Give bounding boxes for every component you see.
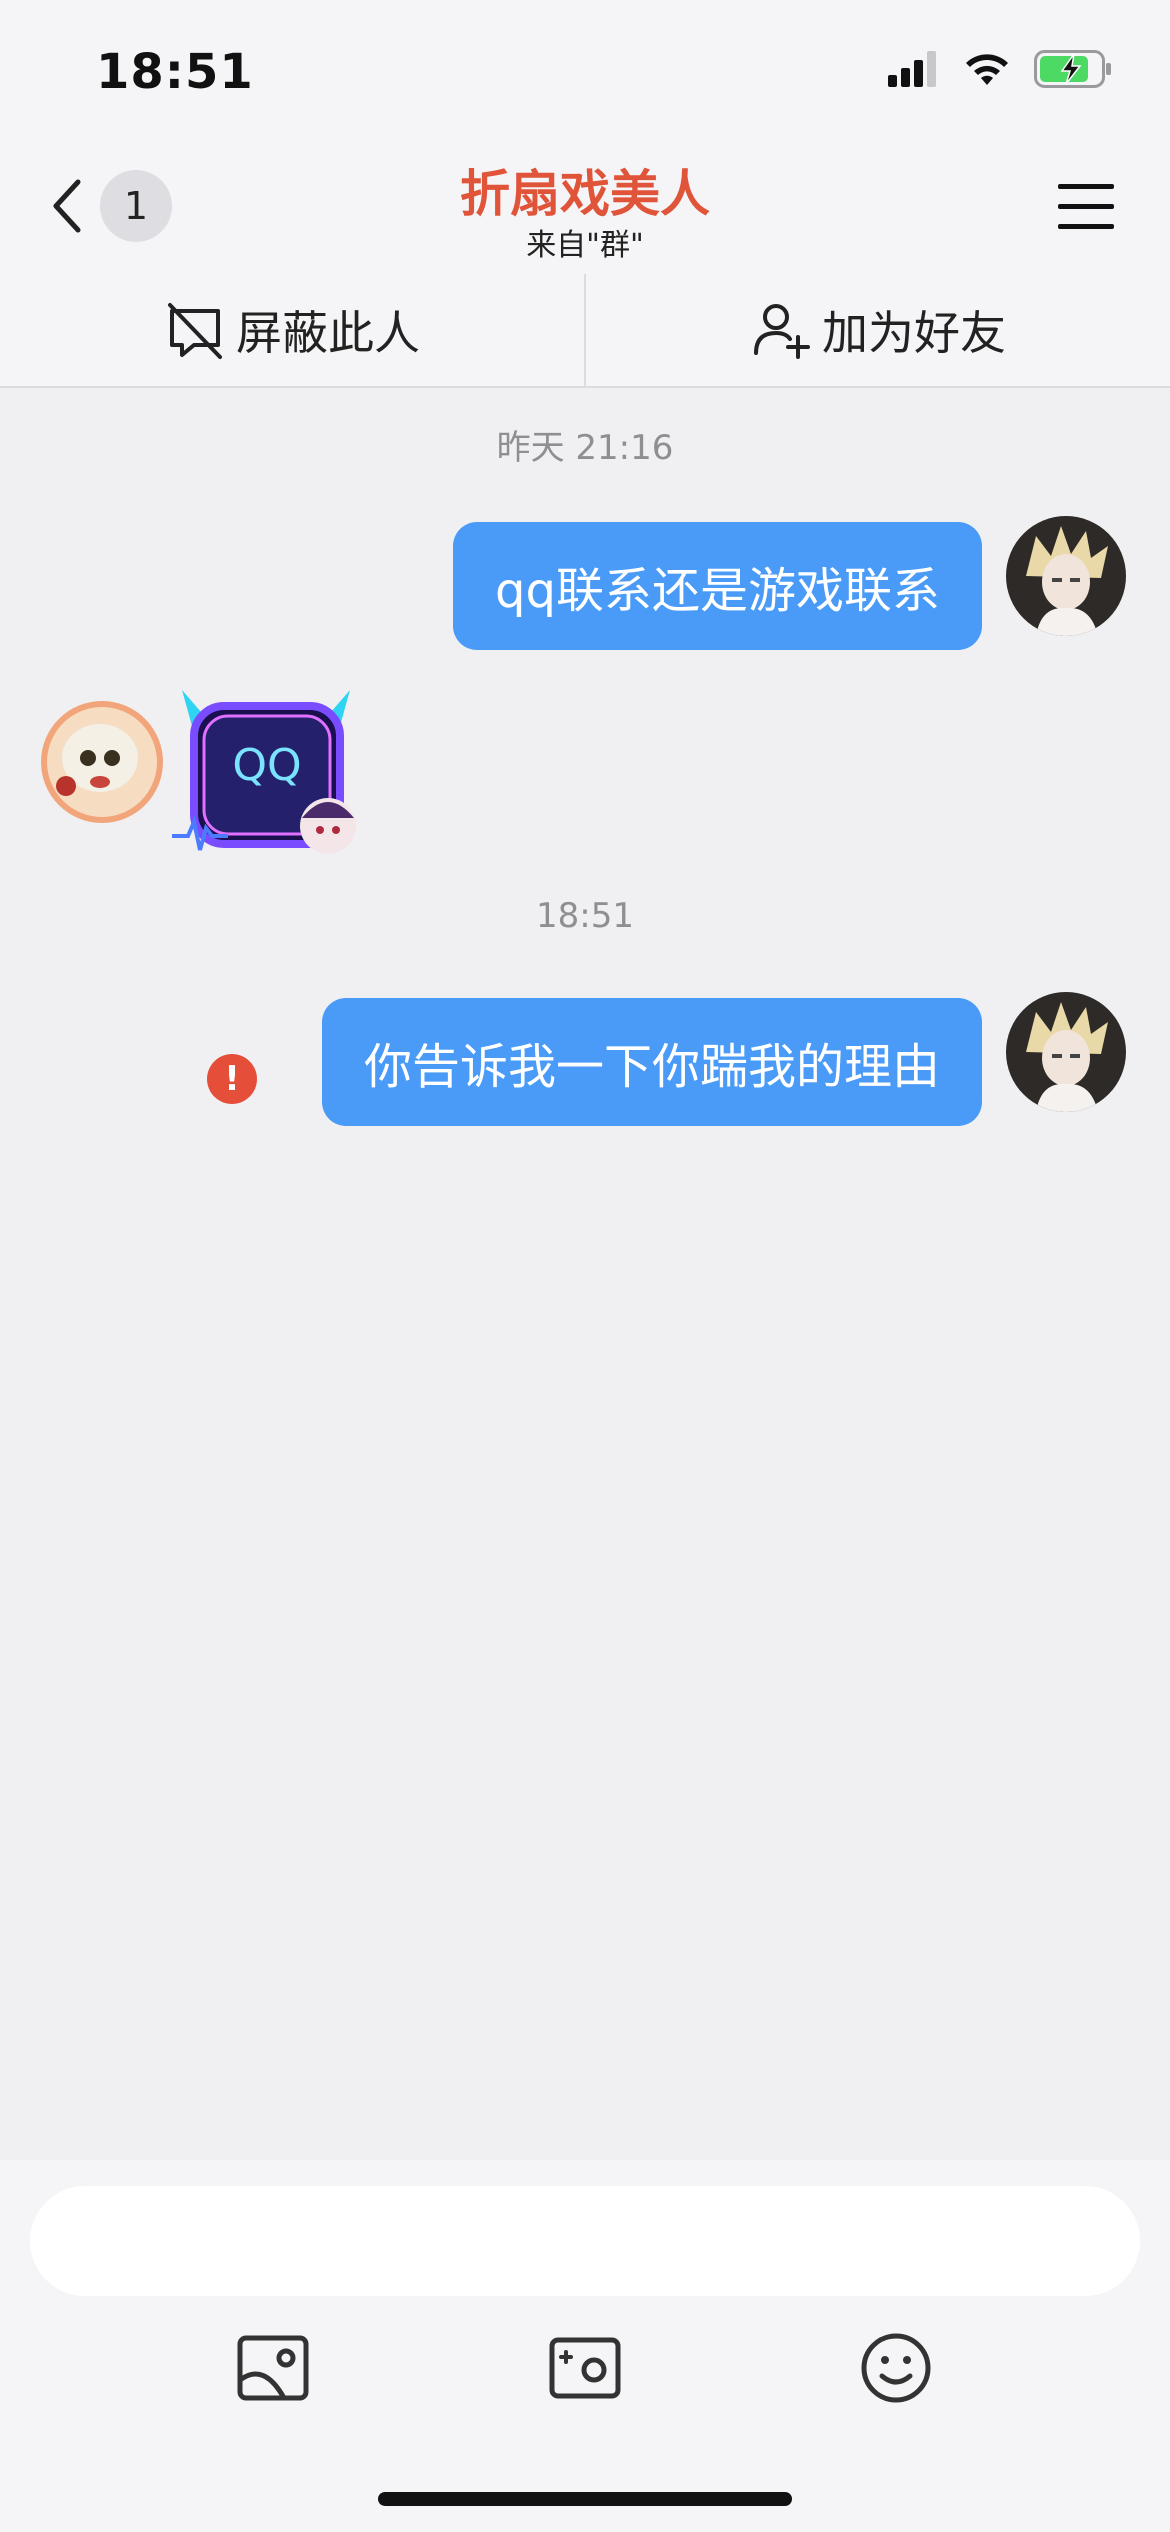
my-avatar[interactable] — [1006, 516, 1126, 636]
block-icon — [168, 303, 222, 359]
input-panel — [0, 2160, 1170, 2532]
camera-icon — [549, 2337, 621, 2399]
chat-subtitle: 来自"群" — [526, 228, 644, 263]
qq-sticker[interactable]: QQ — [168, 686, 364, 866]
avatar-image — [41, 701, 163, 823]
home-indicator[interactable] — [378, 2492, 792, 2506]
action-bar: 屏蔽此人 加为好友 — [0, 274, 1170, 388]
emoji-button[interactable] — [856, 2328, 936, 2408]
status-bar: 18:51 — [0, 0, 1170, 140]
add-friend-label: 加为好友 — [822, 306, 1006, 360]
signal-icon — [888, 51, 936, 87]
message-timestamp: 昨天 21:16 — [496, 428, 674, 468]
qq-sticker-text: QQ — [232, 740, 302, 791]
menu-button[interactable] — [1058, 182, 1114, 236]
image-icon — [237, 2335, 309, 2401]
wifi-icon — [966, 54, 1008, 85]
hamburger-menu-icon — [1058, 184, 1114, 229]
block-user-button[interactable]: 屏蔽此人 — [0, 274, 584, 386]
block-user-label: 屏蔽此人 — [236, 306, 420, 360]
avatar-image — [1006, 516, 1126, 636]
image-button[interactable] — [234, 2328, 314, 2408]
status-time: 18:51 — [96, 44, 254, 100]
battery-charging-icon — [1034, 50, 1111, 88]
sender-avatar[interactable] — [40, 700, 164, 824]
send-failed-icon[interactable]: ! — [207, 1054, 257, 1104]
outgoing-message-bubble[interactable]: qq联系还是游戏联系 — [453, 522, 982, 650]
outgoing-message-bubble[interactable]: 你告诉我一下你踹我的理由 — [321, 998, 982, 1126]
chat-title: 折扇戏美人 — [460, 165, 710, 223]
add-user-icon — [754, 304, 810, 359]
message-timestamp: 18:51 — [536, 896, 634, 936]
camera-button[interactable] — [546, 2328, 626, 2408]
status-icons — [888, 50, 1114, 88]
emoji-icon — [861, 2333, 931, 2403]
add-friend-button[interactable]: 加为好友 — [586, 274, 1170, 386]
nav-bar: 1 折扇戏美人 来自"群" — [0, 140, 1170, 274]
message-input[interactable] — [30, 2186, 1140, 2296]
my-avatar[interactable] — [1006, 992, 1126, 1112]
chat-screen: 18:51 1 折扇戏美人 来自"群" 屏蔽此人 加为好友 昨天 21:16 q… — [0, 0, 1170, 2532]
avatar-image — [1006, 992, 1126, 1112]
